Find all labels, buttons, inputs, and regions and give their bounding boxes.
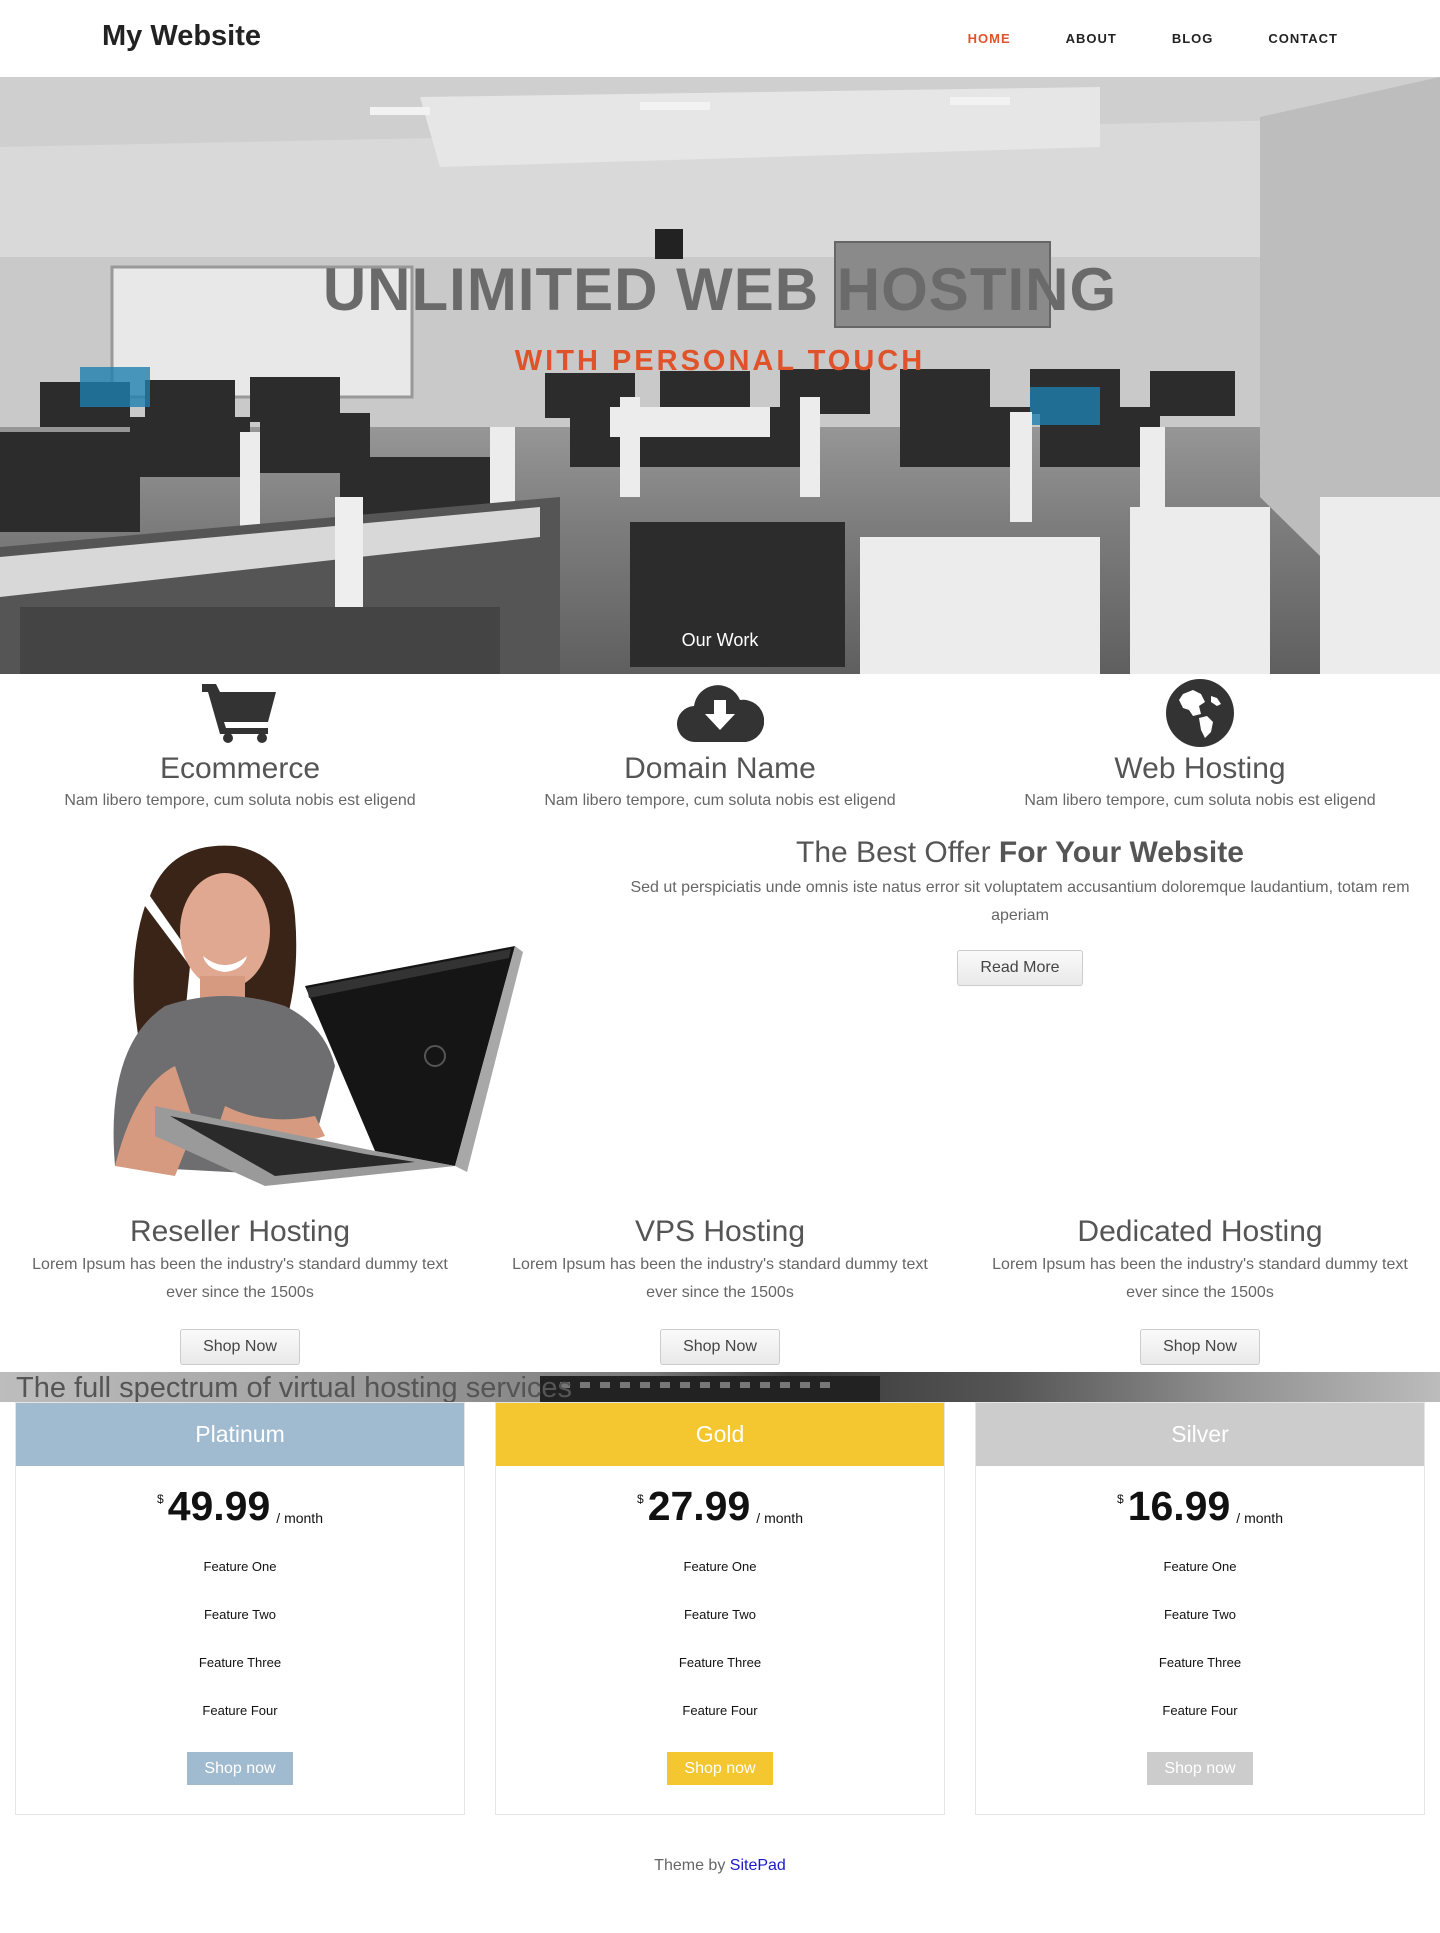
feature-text: Nam libero tempore, cum soluta nobis est… bbox=[1024, 792, 1376, 809]
feature-list: Feature One Feature Two Feature Three Fe… bbox=[976, 1552, 1424, 1744]
feature-text: Nam libero tempore, cum soluta nobis est… bbox=[64, 792, 416, 809]
best-offer-section: The Best Offer For Your Website Sed ut p… bbox=[620, 836, 1420, 986]
site-header: My Website HOME ABOUT BLOG CONTACT bbox=[0, 0, 1440, 77]
globe-icon bbox=[960, 678, 1440, 748]
hero-title: UNLIMITED WEB HOSTING bbox=[322, 256, 1118, 323]
features-section: Ecommerce Nam libero tempore, cum soluta… bbox=[0, 678, 1440, 818]
plan-price: $ 49.99 / month bbox=[16, 1484, 464, 1534]
list-item: Feature Three bbox=[1158, 1655, 1242, 1670]
list-item: Feature Two bbox=[1163, 1607, 1237, 1622]
services-banner: The full spectrum of virtual hosting ser… bbox=[0, 1372, 1440, 1402]
feature-text: Nam libero tempore, cum soluta nobis est… bbox=[544, 792, 896, 809]
feature-title: Ecommerce bbox=[159, 752, 321, 785]
shop-now-button[interactable]: Shop Now bbox=[660, 1329, 780, 1365]
list-item: Feature One bbox=[1163, 1559, 1237, 1574]
price-period: / month bbox=[756, 1510, 803, 1526]
feature-list: Feature One Feature Two Feature Three Fe… bbox=[16, 1552, 464, 1744]
currency-symbol: $ bbox=[1117, 1492, 1124, 1506]
hosting-text: Lorem Ipsum has been the industry's stan… bbox=[992, 1256, 1408, 1301]
offer-title: The Best Offer For Your Website bbox=[796, 836, 1244, 869]
price-amount: 49.99 bbox=[167, 1483, 271, 1529]
feature-web-hosting: Web Hosting Nam libero tempore, cum solu… bbox=[960, 678, 1440, 810]
hosting-reseller: Reseller Hosting Lorem Ipsum has been th… bbox=[0, 1215, 480, 1365]
hosting-text: Lorem Ipsum has been the industry's stan… bbox=[32, 1256, 448, 1301]
plan-name: Platinum bbox=[16, 1403, 464, 1466]
shop-now-button[interactable]: Shop now bbox=[667, 1752, 773, 1785]
list-item: Feature Two bbox=[683, 1607, 757, 1622]
main-nav: HOME ABOUT BLOG CONTACT bbox=[913, 0, 1338, 77]
currency-symbol: $ bbox=[157, 1492, 164, 1506]
list-item: Feature Three bbox=[678, 1655, 762, 1670]
plan-name: Silver bbox=[976, 1403, 1424, 1466]
hosting-title: VPS Hosting bbox=[634, 1215, 806, 1248]
plan-name: Gold bbox=[496, 1403, 944, 1466]
site-footer: Theme by SitePad bbox=[0, 1857, 1440, 1875]
price-amount: 16.99 bbox=[1127, 1483, 1231, 1529]
feature-title: Domain Name bbox=[624, 752, 816, 785]
hosting-text: Lorem Ipsum has been the industry's stan… bbox=[512, 1256, 928, 1301]
list-item: Feature Two bbox=[203, 1607, 277, 1622]
site-logo[interactable]: My Website bbox=[102, 20, 261, 53]
read-more-button[interactable]: Read More bbox=[957, 950, 1083, 986]
price-period: / month bbox=[276, 1510, 323, 1526]
feature-title: Web Hosting bbox=[1114, 752, 1286, 785]
sitepad-link[interactable]: SitePad bbox=[730, 1857, 786, 1874]
hosting-title: Dedicated Hosting bbox=[1077, 1215, 1323, 1248]
list-item: Feature Four bbox=[682, 1703, 758, 1718]
hosting-title: Reseller Hosting bbox=[129, 1215, 351, 1248]
shop-now-button[interactable]: Shop now bbox=[1147, 1752, 1253, 1785]
pricing-card-gold: Gold $ 27.99 / month Feature One Feature… bbox=[495, 1402, 945, 1815]
price-period: / month bbox=[1236, 1510, 1283, 1526]
nav-home[interactable]: HOME bbox=[968, 31, 1011, 46]
shop-now-button[interactable]: Shop Now bbox=[180, 1329, 300, 1365]
pricing-card-silver: Silver $ 16.99 / month Feature One Featu… bbox=[975, 1402, 1425, 1815]
list-item: Feature Four bbox=[202, 1703, 278, 1718]
cloud-download-icon bbox=[480, 678, 960, 748]
price-amount: 27.99 bbox=[647, 1483, 751, 1529]
currency-symbol: $ bbox=[637, 1492, 644, 1506]
nav-contact[interactable]: CONTACT bbox=[1268, 31, 1338, 46]
our-work-link[interactable]: Our Work bbox=[0, 630, 1440, 651]
plan-price: $ 27.99 / month bbox=[496, 1484, 944, 1534]
nav-about[interactable]: ABOUT bbox=[1066, 31, 1117, 46]
hero-banner: UNLIMITED WEB HOSTING WITH PERSONAL TOUC… bbox=[0, 77, 1440, 674]
cart-icon bbox=[0, 678, 480, 748]
list-item: Feature One bbox=[683, 1559, 757, 1574]
shop-now-button[interactable]: Shop Now bbox=[1140, 1329, 1260, 1365]
list-item: Feature One bbox=[203, 1559, 277, 1574]
hosting-dedicated: Dedicated Hosting Lorem Ipsum has been t… bbox=[960, 1215, 1440, 1365]
girl-laptop-image bbox=[113, 845, 523, 1186]
hosting-types-section: Reseller Hosting Lorem Ipsum has been th… bbox=[0, 1215, 1440, 1365]
plan-price: $ 16.99 / month bbox=[976, 1484, 1424, 1534]
feature-domain-name: Domain Name Nam libero tempore, cum solu… bbox=[480, 678, 960, 810]
list-item: Feature Three bbox=[198, 1655, 282, 1670]
feature-list: Feature One Feature Two Feature Three Fe… bbox=[496, 1552, 944, 1744]
pricing-card-platinum: Platinum $ 49.99 / month Feature One Fea… bbox=[15, 1402, 465, 1815]
feature-ecommerce: Ecommerce Nam libero tempore, cum soluta… bbox=[0, 678, 480, 810]
footer-credit: Theme by bbox=[654, 1857, 730, 1874]
list-item: Feature Four bbox=[1162, 1703, 1238, 1718]
nav-blog[interactable]: BLOG bbox=[1172, 31, 1214, 46]
shop-now-button[interactable]: Shop now bbox=[187, 1752, 293, 1785]
banner-text: The full spectrum of virtual hosting ser… bbox=[16, 1372, 573, 1402]
hero-subtitle: WITH PERSONAL TOUCH bbox=[514, 345, 926, 377]
offer-text: Sed ut perspiciatis unde omnis iste natu… bbox=[630, 879, 1410, 924]
hosting-vps: VPS Hosting Lorem Ipsum has been the ind… bbox=[480, 1215, 960, 1365]
